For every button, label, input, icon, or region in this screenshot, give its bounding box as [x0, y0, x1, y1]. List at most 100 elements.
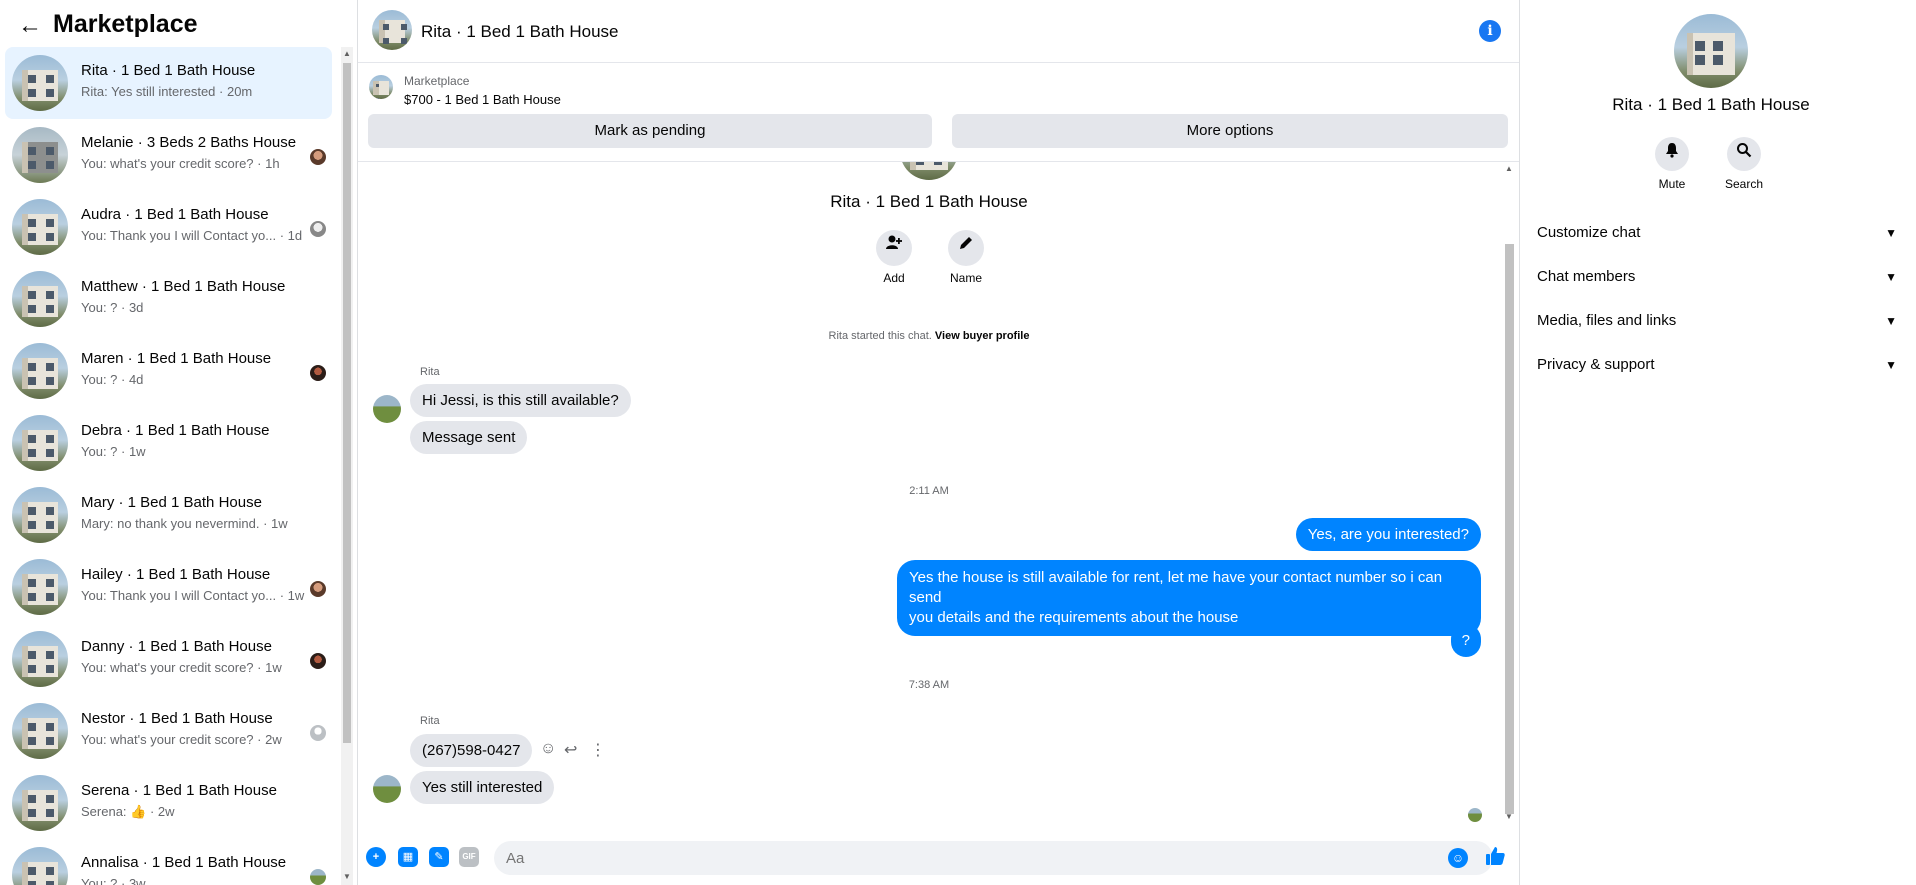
name-label: Name: [949, 271, 982, 285]
conversation-item-maren[interactable]: Maren · 1 Bed 1 Bath House You: ? · 4d: [5, 335, 332, 407]
conversation-item-melanie[interactable]: Melanie · 3 Beds 2 Baths House You: what…: [5, 119, 332, 191]
conversation-preview: You: ? · 4d: [81, 372, 144, 387]
mark-pending-button[interactable]: Mark as pending: [368, 114, 932, 148]
scrollbar-thumb[interactable]: [343, 63, 351, 743]
add-person-icon[interactable]: [876, 230, 912, 266]
conversation-preview: You: what's your credit score? · 2w: [81, 732, 282, 747]
conversation-preview: You: Thank you I will Contact yo... · 1d: [81, 228, 303, 243]
more-options-button[interactable]: More options: [952, 114, 1508, 148]
thread-scrollbar[interactable]: ▲ ▼: [1503, 164, 1515, 824]
conversation-preview: You: ? · 1w: [81, 444, 146, 459]
sidebar-scrollbar[interactable]: ▲ ▼: [341, 47, 353, 885]
chat-members-section[interactable]: Chat members ▼: [1537, 257, 1897, 297]
scroll-down-icon[interactable]: ▼: [341, 872, 353, 882]
seen-avatar: [310, 581, 326, 597]
scroll-up-icon[interactable]: ▲: [341, 49, 353, 59]
chat-title[interactable]: Rita · 1 Bed 1 Bath House: [421, 22, 619, 42]
conversation-item-rita[interactable]: Rita · 1 Bed 1 Bath House Rita: Yes stil…: [5, 47, 332, 119]
read-receipt-avatar: [1468, 808, 1482, 822]
more-icon[interactable]: ⋮: [590, 740, 606, 760]
conversation-item-serena[interactable]: Serena · 1 Bed 1 Bath House Serena: 👍 · …: [5, 767, 332, 839]
sidebar-header: ← Marketplace: [0, 0, 340, 50]
conversation-name: Danny · 1 Bed 1 Bath House: [81, 638, 272, 655]
bell-icon[interactable]: [1655, 137, 1689, 171]
section-label: Media, files and links: [1537, 312, 1677, 329]
listing-thumbnail: [12, 199, 68, 255]
conversation-preview: Serena: 👍 · 2w: [81, 804, 175, 819]
message-input[interactable]: [494, 841, 1493, 875]
conversation-preview: You: ? · 3d: [81, 300, 144, 315]
react-icon[interactable]: ☺: [540, 740, 556, 758]
emoji-icon[interactable]: ☺: [1448, 848, 1468, 868]
sender-name: Rita: [420, 715, 440, 727]
conversation-item-matthew[interactable]: Matthew · 1 Bed 1 Bath House You: ? · 3d: [5, 263, 332, 335]
search-icon[interactable]: [1727, 137, 1761, 171]
scroll-down-icon[interactable]: ▼: [1503, 812, 1515, 822]
conversation-name: Serena · 1 Bed 1 Bath House: [81, 782, 277, 799]
listing-thumbnail: [12, 271, 68, 327]
media-files-section[interactable]: Media, files and links ▼: [1537, 301, 1897, 341]
chevron-down-icon: ▼: [1885, 226, 1897, 240]
conversation-item-audra[interactable]: Audra · 1 Bed 1 Bath House You: Thank yo…: [5, 191, 332, 263]
listing-source: Marketplace: [404, 74, 470, 88]
sender-avatar: [373, 395, 401, 423]
thumbs-up-icon[interactable]: [1484, 845, 1506, 873]
sidebar-title: Marketplace: [53, 10, 198, 38]
message-thread: Rita · 1 Bed 1 Bath House Add Name Rita …: [358, 162, 1519, 826]
scrollbar-thumb[interactable]: [1505, 244, 1514, 814]
conversation-list: Rita · 1 Bed 1 Bath House Rita: Yes stil…: [5, 47, 332, 885]
conversation-item-nestor[interactable]: Nestor · 1 Bed 1 Bath House You: what's …: [5, 695, 332, 767]
listing-thumbnail: [12, 127, 68, 183]
listing-thumbnail: [12, 559, 68, 615]
listing-thumbnail: [12, 487, 68, 543]
view-buyer-profile-link[interactable]: View buyer profile: [935, 330, 1030, 342]
seen-avatar: [310, 869, 326, 885]
back-arrow-icon[interactable]: ←: [18, 12, 42, 40]
seen-avatar: [310, 221, 326, 237]
outgoing-message-line: you details and the requirements about t…: [909, 609, 1239, 626]
thread-name: Rita · 1 Bed 1 Bath House: [830, 192, 1028, 211]
info-icon[interactable]: i: [1479, 20, 1501, 42]
listing-thumbnail: [369, 75, 393, 99]
section-label: Customize chat: [1537, 224, 1641, 241]
outgoing-message[interactable]: ?: [1450, 624, 1481, 657]
outgoing-message[interactable]: Yes, are you interested?: [1295, 518, 1481, 551]
scroll-up-icon[interactable]: ▲: [1503, 164, 1515, 174]
section-label: Chat members: [1537, 268, 1636, 285]
conversation-item-hailey[interactable]: Hailey · 1 Bed 1 Bath House You: Thank y…: [5, 551, 332, 623]
conversation-name: Rita · 1 Bed 1 Bath House: [81, 62, 256, 79]
listing-thumbnail: [12, 631, 68, 687]
conversation-name: Audra · 1 Bed 1 Bath House: [81, 206, 269, 223]
chevron-down-icon: ▼: [1885, 270, 1897, 284]
seen-avatar: [310, 365, 326, 381]
chat-avatar[interactable]: [372, 10, 412, 50]
conversation-item-mary[interactable]: Mary · 1 Bed 1 Bath House Mary: no thank…: [5, 479, 332, 551]
listing-title[interactable]: $700 - 1 Bed 1 Bath House: [404, 92, 561, 107]
incoming-message[interactable]: (267)598-0427: [410, 734, 533, 767]
reply-icon[interactable]: ↩: [564, 740, 577, 760]
conversation-name: Matthew · 1 Bed 1 Bath House: [81, 278, 286, 295]
incoming-message[interactable]: Yes still interested: [410, 771, 555, 804]
sticker-icon[interactable]: ✎: [429, 847, 449, 867]
listing-banner: Marketplace $700 - 1 Bed 1 Bath House Ma…: [358, 63, 1519, 162]
conversation-name: Mary · 1 Bed 1 Bath House: [81, 494, 262, 511]
timestamp: 7:38 AM: [908, 679, 950, 691]
chat-details-panel: Rita · 1 Bed 1 Bath House Mute Search Cu…: [1520, 0, 1916, 885]
outgoing-message[interactable]: Yes the house is still available for ren…: [897, 560, 1481, 636]
customize-chat-section[interactable]: Customize chat ▼: [1537, 213, 1897, 253]
thread-avatar: [900, 162, 958, 180]
conversation-preview: You: what's your credit score? · 1w: [81, 660, 282, 675]
privacy-support-section[interactable]: Privacy & support ▼: [1537, 345, 1897, 385]
seen-avatar: [310, 653, 326, 669]
conversation-item-annalisa[interactable]: Annalisa · 1 Bed 1 Bath House You: ? · 3…: [5, 839, 332, 885]
chat-header: Rita · 1 Bed 1 Bath House i: [358, 0, 1519, 63]
pencil-icon[interactable]: [948, 230, 984, 266]
incoming-message[interactable]: Hi Jessi, is this still available?: [410, 384, 631, 417]
incoming-message[interactable]: Message sent: [410, 421, 528, 454]
seen-avatar: [310, 725, 326, 741]
plus-icon[interactable]: +: [366, 847, 386, 867]
photo-icon[interactable]: ▦: [398, 847, 418, 867]
gif-icon[interactable]: GIF: [459, 847, 479, 867]
conversation-item-danny[interactable]: Danny · 1 Bed 1 Bath House You: what's y…: [5, 623, 332, 695]
conversation-item-debra[interactable]: Debra · 1 Bed 1 Bath House You: ? · 1w: [5, 407, 332, 479]
